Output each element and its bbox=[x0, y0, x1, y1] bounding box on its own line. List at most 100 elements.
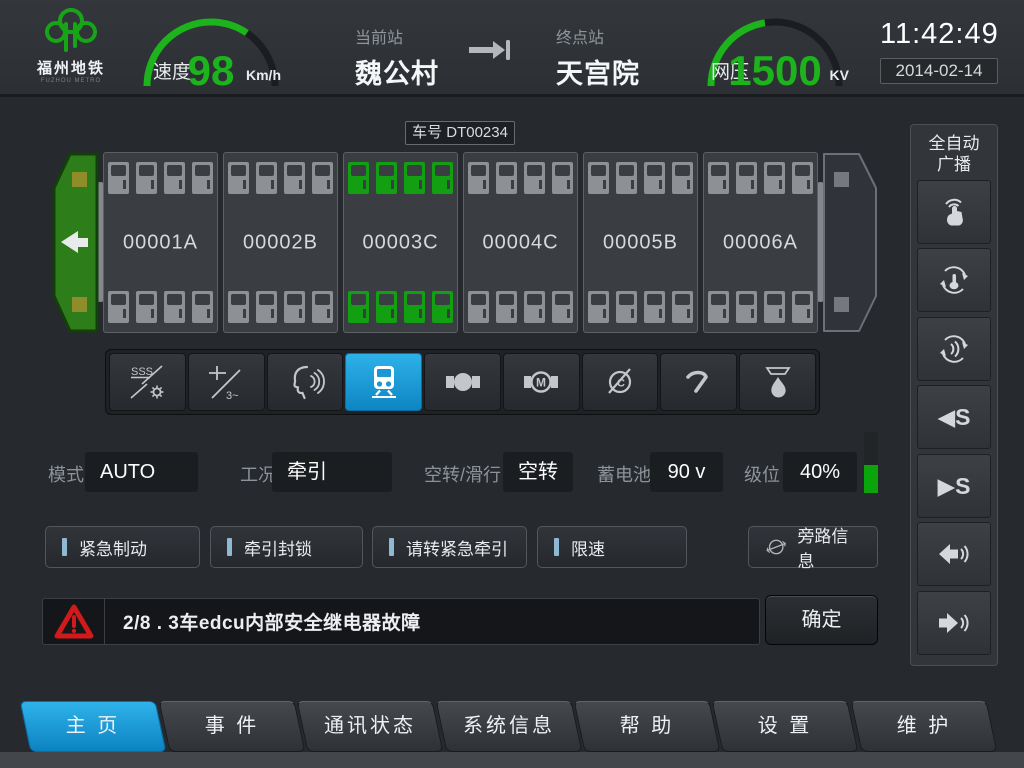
emergency-traction-button[interactable]: 请转紧急牵引 bbox=[372, 526, 527, 568]
touch-broadcast-icon bbox=[936, 194, 972, 230]
level-bar bbox=[864, 432, 878, 493]
car-panel[interactable]: 00003C bbox=[343, 152, 458, 333]
voltage-gauge: 网压 1500 KV bbox=[705, 8, 845, 90]
auto-sound-cycle-button[interactable] bbox=[917, 317, 991, 381]
car-id: 00002B bbox=[224, 231, 337, 254]
door-icon bbox=[348, 291, 369, 323]
door-icon bbox=[708, 291, 729, 323]
pantograph-isolate-icon[interactable]: 3~ bbox=[188, 353, 265, 411]
fire-alarm-icon[interactable] bbox=[739, 353, 816, 411]
announcement-icon[interactable] bbox=[267, 353, 344, 411]
level-bar-fill bbox=[864, 465, 878, 493]
tab-home[interactable]: 主 页 bbox=[20, 701, 167, 752]
subsystem-toolbar: SSS 3~ bbox=[105, 349, 820, 415]
car-id: 00005B bbox=[584, 231, 697, 254]
compressor-icon[interactable]: C bbox=[582, 353, 659, 411]
train-tail-cab bbox=[822, 152, 878, 333]
left-announce-button[interactable] bbox=[917, 522, 991, 586]
direction-arrow-icon bbox=[467, 38, 511, 62]
motor-icon[interactable]: M bbox=[503, 353, 580, 411]
next-broadcast-button[interactable]: ▶S bbox=[917, 454, 991, 518]
next-broadcast-glyph: ▶S bbox=[937, 473, 970, 500]
status-marker bbox=[62, 538, 67, 556]
coupler-icon[interactable] bbox=[424, 353, 501, 411]
car-panel[interactable]: 00001A bbox=[103, 152, 218, 333]
current-station-name: 魏公村 bbox=[355, 52, 439, 91]
status-marker bbox=[227, 538, 232, 556]
hmi-screen: 福州地铁 FUZHOU METRO 速度 98 Km/h 当前站 魏公村 终点站… bbox=[0, 0, 1024, 768]
right-announce-button[interactable] bbox=[917, 591, 991, 655]
door-icon bbox=[552, 291, 573, 323]
tab-label: 帮 助 bbox=[580, 702, 714, 751]
door-icon bbox=[312, 162, 333, 194]
right-announce-icon bbox=[936, 605, 972, 641]
bypass-icon bbox=[765, 535, 787, 559]
car-panel[interactable]: 00002B bbox=[223, 152, 338, 333]
door-icon bbox=[552, 162, 573, 194]
warning-triangle-icon bbox=[43, 599, 105, 644]
condition-value: 牵引 bbox=[272, 452, 392, 492]
tab-label: 通讯状态 bbox=[303, 702, 437, 751]
car-panel[interactable]: 00005B bbox=[583, 152, 698, 333]
touch-broadcast-button[interactable] bbox=[917, 180, 991, 244]
tab-system-info[interactable]: 系统信息 bbox=[436, 701, 583, 752]
tab-settings[interactable]: 设 置 bbox=[712, 701, 859, 752]
current-station-label: 当前站 bbox=[355, 24, 439, 48]
door-icon bbox=[284, 162, 305, 194]
svg-text:M: M bbox=[536, 376, 546, 390]
hook-icon[interactable] bbox=[660, 353, 737, 411]
alarm-row: 2/8 . 3车edcu内部安全继电器故障 bbox=[42, 598, 760, 645]
bypass-info-button[interactable]: 旁路信息 bbox=[748, 526, 878, 568]
door-icon bbox=[644, 162, 665, 194]
door-icon bbox=[496, 162, 517, 194]
door-icon bbox=[736, 162, 757, 194]
door-icon bbox=[376, 291, 397, 323]
broadcast-sidebar: 全自动 广播 bbox=[910, 124, 998, 666]
door-icon bbox=[108, 162, 129, 194]
door-icon bbox=[644, 291, 665, 323]
tab-comm-status[interactable]: 通讯状态 bbox=[297, 701, 444, 752]
car-id: 00003C bbox=[344, 231, 457, 254]
tab-label: 设 置 bbox=[718, 702, 852, 751]
logo-title: 福州地铁 bbox=[26, 57, 116, 78]
door-icon bbox=[432, 291, 453, 323]
door-icon bbox=[284, 291, 305, 323]
speed-limit-button[interactable]: 限速 bbox=[537, 526, 687, 568]
traction-block-button[interactable]: 牵引封锁 bbox=[210, 526, 363, 568]
prev-broadcast-button[interactable]: ◀S bbox=[917, 385, 991, 449]
slip-slide-label: 空转/滑行 bbox=[424, 461, 501, 487]
terminal-station-name: 天宫院 bbox=[556, 52, 640, 91]
time-display: 11:42:49 bbox=[880, 18, 998, 51]
auto-touch-cycle-button[interactable] bbox=[917, 248, 991, 312]
bottom-strip bbox=[0, 752, 1024, 768]
door-icon bbox=[672, 162, 693, 194]
car-id: 00006A bbox=[704, 231, 817, 254]
door-icon bbox=[164, 291, 185, 323]
door-icon bbox=[764, 162, 785, 194]
car-panel[interactable]: 00004C bbox=[463, 152, 578, 333]
door-icon bbox=[256, 291, 277, 323]
logo-subtitle: FUZHOU METRO bbox=[26, 78, 116, 84]
train-icon[interactable] bbox=[345, 353, 422, 411]
door-icon bbox=[764, 291, 785, 323]
warn-label: 请转紧急牵引 bbox=[406, 535, 508, 560]
tab-events[interactable]: 事 件 bbox=[159, 701, 306, 752]
terminal-station-label: 终点站 bbox=[556, 24, 640, 48]
speed-gauge: 速度 98 Km/h bbox=[141, 8, 281, 90]
confirm-button[interactable]: 确定 bbox=[765, 595, 878, 645]
door-icon bbox=[708, 162, 729, 194]
door-icon bbox=[616, 291, 637, 323]
mode-value: AUTO bbox=[85, 452, 198, 492]
prev-broadcast-glyph: ◀S bbox=[937, 404, 970, 431]
signal-isolate-icon[interactable]: SSS bbox=[109, 353, 186, 411]
speed-unit: Km/h bbox=[246, 67, 281, 83]
door-icon bbox=[192, 291, 213, 323]
car-panel[interactable]: 00006A bbox=[703, 152, 818, 333]
tab-help[interactable]: 帮 助 bbox=[574, 701, 721, 752]
emergency-brake-button[interactable]: 紧急制动 bbox=[45, 526, 200, 568]
car-id: 00004C bbox=[464, 231, 577, 254]
door-icon bbox=[228, 162, 249, 194]
warn-label: 牵引封锁 bbox=[244, 535, 312, 560]
tab-maintenance[interactable]: 维 护 bbox=[851, 701, 998, 752]
door-icon bbox=[792, 291, 813, 323]
